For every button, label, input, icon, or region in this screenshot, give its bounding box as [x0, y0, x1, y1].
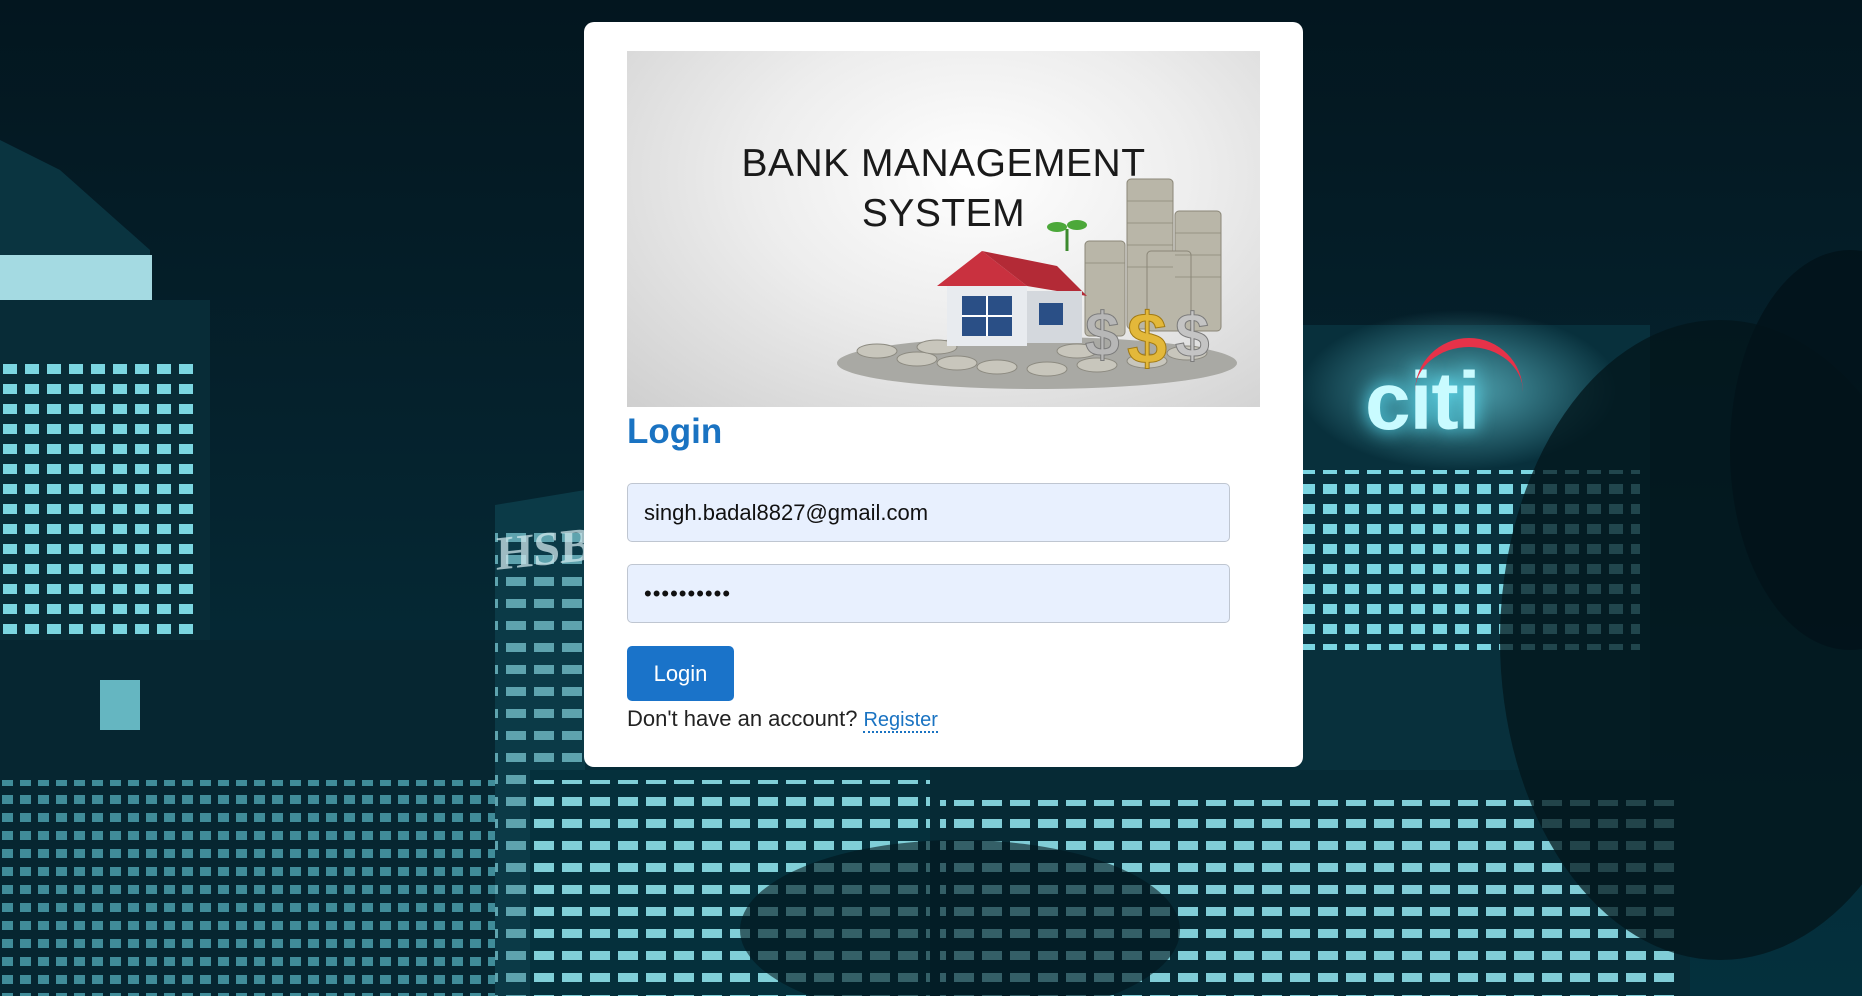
login-page: citi HSBC $ $ $ BANK MANAGEMENT SYSTEM L… — [0, 0, 1862, 996]
bank-banner-image: $ $ $ BANK MANAGEMENT SYSTEM — [627, 51, 1260, 407]
banner-title-line1: BANK MANAGEMENT — [741, 142, 1146, 185]
svg-text:$: $ — [1085, 301, 1119, 370]
login-button[interactable]: Login — [627, 646, 734, 701]
banner-title: BANK MANAGEMENT SYSTEM — [627, 139, 1260, 239]
login-heading: Login — [627, 412, 723, 451]
password-field[interactable] — [627, 564, 1230, 623]
login-card: $ $ $ BANK MANAGEMENT SYSTEM Login Login… — [584, 22, 1303, 767]
banner-title-line2: SYSTEM — [861, 192, 1026, 235]
svg-text:$: $ — [1175, 302, 1209, 371]
svg-text:$: $ — [1127, 299, 1167, 379]
register-prompt: Don't have an account? Register — [627, 706, 938, 733]
register-link[interactable]: Register — [863, 709, 938, 733]
no-account-text: Don't have an account? — [627, 706, 858, 731]
email-field[interactable] — [627, 483, 1230, 542]
